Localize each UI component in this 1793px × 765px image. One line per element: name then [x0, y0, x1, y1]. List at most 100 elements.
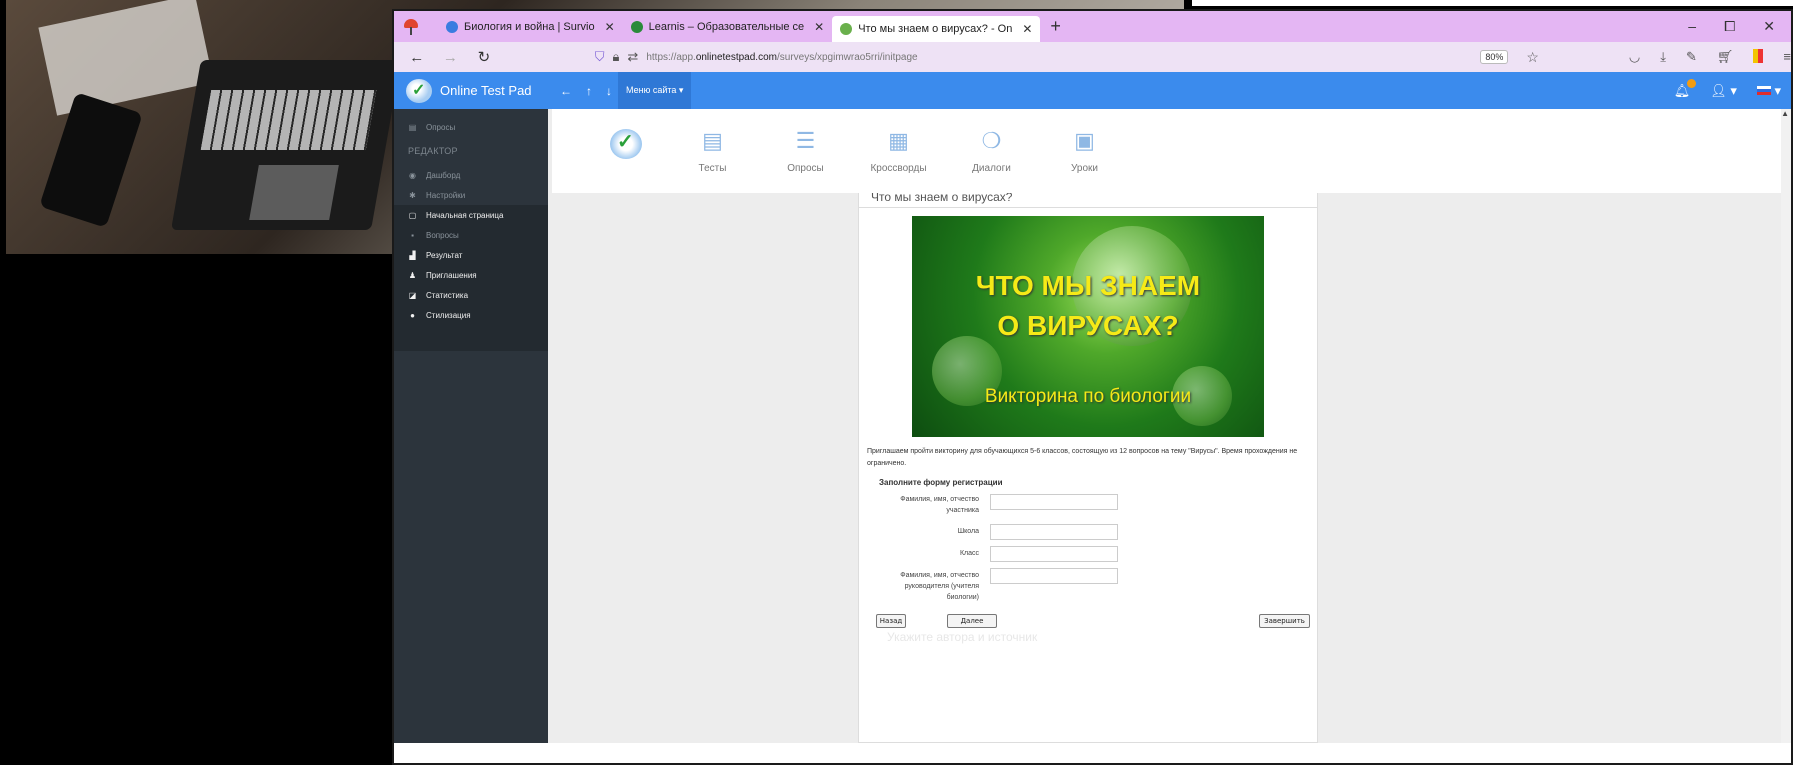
page-scrollbar[interactable]: ▲ [1781, 109, 1791, 743]
scroll-up-icon[interactable]: ▲ [1781, 109, 1789, 118]
pocket-icon[interactable]: ◡ [1629, 49, 1640, 65]
tool-dialogs[interactable]: ❍ Диалоги [945, 129, 1038, 175]
brand[interactable]: Online Test Pad [394, 72, 548, 109]
flag-ru-icon [1756, 85, 1771, 95]
address-bar[interactable]: ⛉ 🔒︎ ⇄ https://app.onlinetestpad.com/sur… [595, 49, 1539, 66]
sidebar: ▤ Опросы РЕДАКТОР ◉ Дашборд ✱ Настройки … [394, 109, 548, 743]
photo-laptop-keyboard [200, 90, 377, 150]
close-tab-icon[interactable]: ✕ [1022, 22, 1032, 36]
lock-icon[interactable]: 🔒︎ [613, 49, 620, 65]
sidebar-item-results[interactable]: ▟ Результат [394, 245, 548, 265]
dashboard-icon: ◉ [409, 170, 416, 180]
sidebar-item-label: Статистика [426, 290, 469, 300]
sidebar-item-questions[interactable]: ▪ Вопросы [394, 225, 548, 245]
next-button[interactable]: Далее [947, 614, 997, 628]
app-header: Online Test Pad ← ↑ ↓ Меню сайта ▾ 🔔︎ 👤︎… [394, 72, 1791, 109]
browser-window: Биология и война | Survio ✕ Learnis – Об… [392, 9, 1793, 765]
banner-subtitle: Викторина по биологии [984, 386, 1192, 407]
arrow-up-icon[interactable]: ↑ [586, 84, 592, 98]
photo-phone [39, 92, 143, 228]
toolbar-icons: ◡ ⤓ ✎ 🛒︎ ≡ [1629, 49, 1791, 65]
watermark-text: Укажите автора и источник [887, 630, 1038, 644]
tool-label: Уроки [1071, 163, 1098, 174]
minimize-button[interactable]: – [1688, 18, 1696, 35]
window-controls: – ⧠ ✕ [1688, 18, 1791, 35]
participant-name-input[interactable] [990, 494, 1118, 510]
school-input[interactable] [990, 524, 1118, 540]
tool-crosswords[interactable]: ▦ Кроссворды [852, 129, 945, 175]
close-tab-icon[interactable]: ✕ [814, 20, 824, 34]
sidebar-item-dashboard[interactable]: ◉ Дашборд [394, 165, 548, 185]
new-tab-button[interactable]: + [1050, 16, 1061, 37]
tab-label: Биология и война | Survio [464, 20, 595, 33]
sidebar-item-statistics[interactable]: ◪ Статистика [394, 285, 548, 305]
header-nav: ← ↑ ↓ [560, 84, 612, 98]
sidebar-item-surveys[interactable]: ▤ Опросы [394, 117, 548, 137]
zoom-level[interactable]: 80% [1480, 50, 1509, 64]
url-text[interactable]: https://app.onlinetestpad.com/surveys/xp… [646, 52, 917, 63]
permissions-icon[interactable]: ⇄ [627, 49, 638, 65]
arrow-down-icon[interactable]: ↓ [606, 84, 612, 98]
tool-tests[interactable]: ▤ Тесты [666, 129, 759, 175]
brand-logo-icon [406, 78, 432, 103]
cart-icon[interactable]: 🛒︎ [1717, 49, 1734, 65]
notification-bell-icon[interactable]: 🔔︎ [1674, 78, 1697, 99]
umbrella-icon [402, 18, 420, 36]
tab-learnis[interactable]: Learnis – Образовательные се ✕ [623, 11, 833, 42]
field-label: Школа [957, 528, 979, 535]
user-avatar-icon[interactable]: 👤︎ ▾ [1710, 83, 1737, 99]
language-selector[interactable]: ▾ [1756, 83, 1781, 99]
tab-active-survey[interactable]: Что мы знаем о вирусах? - On ✕ [832, 16, 1041, 42]
sidebar-item-settings[interactable]: ✱ Настройки [394, 185, 548, 205]
site-menu-button[interactable]: Меню сайта ▾ [618, 72, 692, 109]
sidebar-section-editor: РЕДАКТОР [408, 146, 458, 156]
tool-lessons[interactable]: ▣ Уроки [1038, 129, 1131, 175]
close-tab-icon[interactable]: ✕ [605, 20, 615, 34]
back-arrow-icon[interactable]: ← [560, 84, 572, 98]
tab-survio[interactable]: Биология и война | Survio ✕ [438, 11, 623, 42]
navigation-bar: ← → ↻ ⛉ 🔒︎ ⇄ https://app.onlinetestpad.c… [394, 42, 1791, 72]
screen: Биология и война | Survio ✕ Learnis – Об… [0, 0, 1793, 765]
sidebar-item-label: Начальная страница [426, 210, 504, 220]
shield-icon[interactable]: ⛉ [595, 49, 605, 65]
tool-label: Тесты [698, 163, 727, 174]
sidebar-item-start-page[interactable]: ▢ Начальная страница [394, 205, 548, 225]
palette-icon: ● [410, 310, 415, 320]
extension-flag-icon[interactable] [1753, 49, 1764, 63]
sidebar-item-label: Вопросы [426, 230, 459, 240]
photo-touchpad [249, 165, 339, 220]
survio-icon [446, 20, 458, 33]
main-content: ▤ Тесты ☰ Опросы ▦ Кроссворды ❍ Диалоги [548, 109, 1791, 743]
maximize-button[interactable]: ⧠ [1724, 18, 1735, 35]
survey-banner-image: ЧТО МЫ ЗНАЕМ О ВИРУСАХ? Викторина по био… [912, 216, 1264, 437]
app-body: ▤ Опросы РЕДАКТОР ◉ Дашборд ✱ Настройки … [394, 109, 1791, 743]
close-window-button[interactable]: ✕ [1763, 18, 1775, 35]
forward-arrow-icon[interactable]: → [438, 49, 464, 66]
toolbox-logo[interactable] [586, 129, 666, 159]
finish-button[interactable]: Завершить [1259, 614, 1310, 628]
banner-title: ЧТО МЫ ЗНАЕМ О ВИРУСАХ? [912, 266, 1264, 346]
extension-icon[interactable]: ✎ [1686, 49, 1697, 65]
sidebar-item-invitations[interactable]: ♟ Приглашения [394, 265, 548, 285]
back-arrow-icon[interactable]: ← [404, 49, 430, 66]
tab-bar: Биология и война | Survio ✕ Learnis – Об… [394, 11, 1791, 42]
tool-label: Опросы [787, 163, 824, 174]
download-icon[interactable]: ⤓ [1660, 49, 1666, 65]
menu-icon[interactable]: ≡ [1783, 49, 1791, 65]
create-toolbox: ▤ Тесты ☰ Опросы ▦ Кроссворды ❍ Диалоги [552, 109, 1781, 193]
survey-intro: Приглашаем пройти викторину для обучающи… [867, 448, 1298, 467]
survey-icon: ▤ [408, 122, 417, 132]
sidebar-item-styling[interactable]: ● Стилизация [394, 305, 548, 325]
bookmark-star-icon[interactable]: ☆ [1526, 49, 1539, 66]
supervisor-name-input[interactable] [990, 568, 1118, 584]
class-input[interactable] [990, 546, 1118, 562]
survey-list-icon: ☰ [795, 128, 816, 153]
tool-label: Кроссворды [870, 163, 927, 174]
field-label: Фамилия, имя, отчество участника [900, 496, 979, 514]
statistics-icon: ◪ [408, 290, 417, 300]
back-button[interactable]: Назад [876, 614, 906, 628]
tool-surveys[interactable]: ☰ Опросы [759, 128, 852, 175]
reload-icon[interactable]: ↻ [471, 48, 497, 66]
tab-label: Что мы знаем о вирусах? - On [858, 23, 1013, 35]
sidebar-item-label: Результат [426, 250, 463, 260]
